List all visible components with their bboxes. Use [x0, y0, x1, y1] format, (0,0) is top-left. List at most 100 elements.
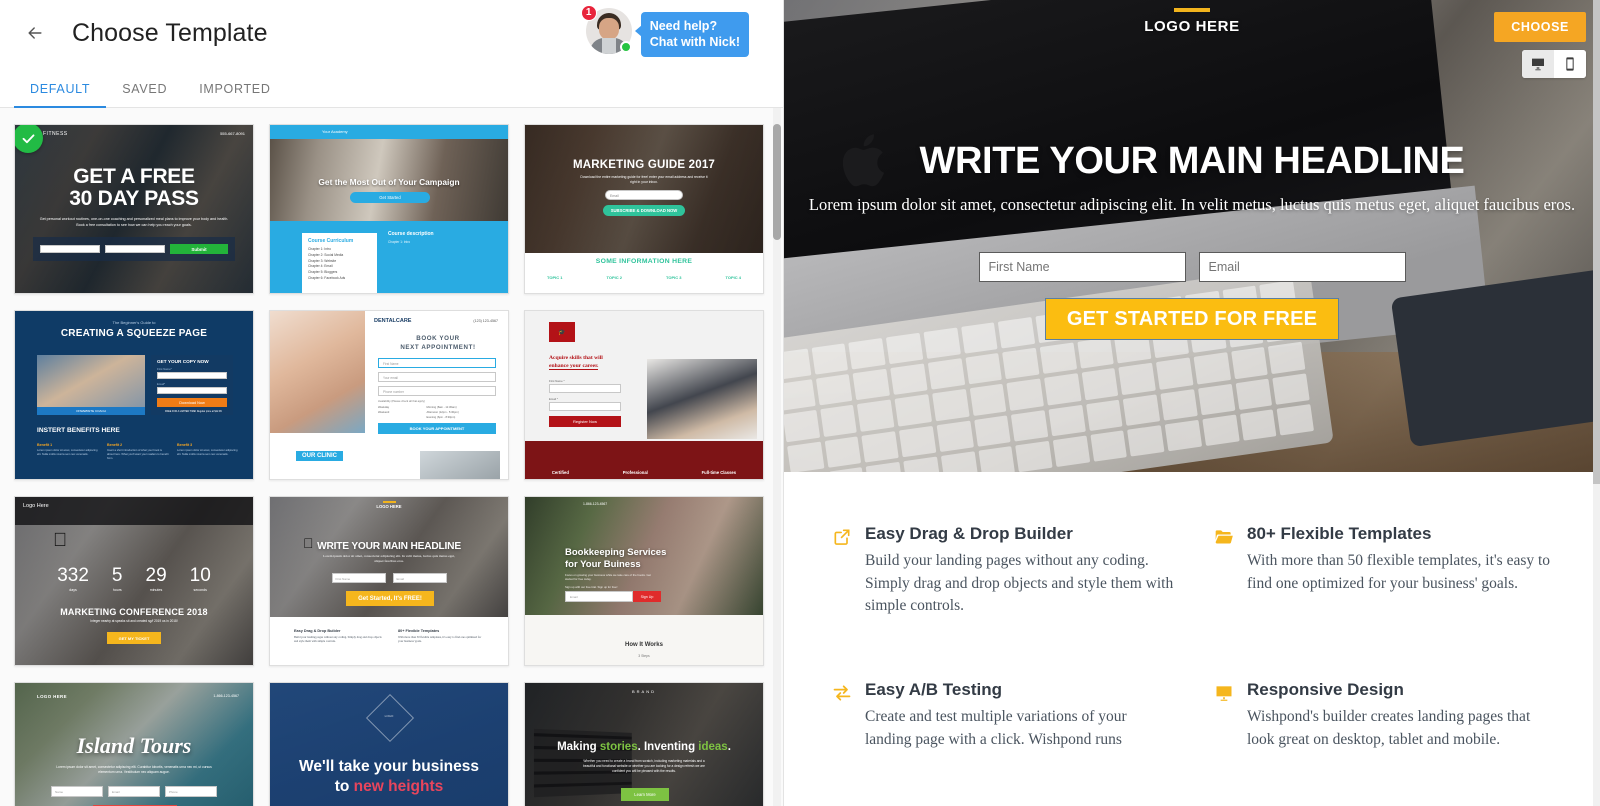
thumb-field-2[interactable]: Email: [108, 786, 160, 797]
folder-icon: [1214, 524, 1236, 618]
avatar[interactable]: 1: [580, 5, 632, 54]
thumb-topic: TOPIC 2: [606, 275, 623, 280]
thumb-body: Lorem ipsum dolor sit amet, consectetur …: [323, 554, 455, 564]
template-card-dental-care[interactable]: DENTALCARE (123) 123-4567 BOOK YOUR NEXT…: [269, 310, 509, 480]
thumb-headline-1: WRITE YOUR MAIN HEADLINE: [317, 541, 461, 552]
thumb-field-2[interactable]: [105, 245, 165, 253]
thumb-option[interactable]: Afternoon (12pm - 5:30pm): [426, 411, 496, 414]
thumb-field-1[interactable]: Name: [51, 786, 103, 797]
choose-button[interactable]: CHOOSE: [1494, 12, 1586, 42]
thumb-benefit: Benefit 2: [107, 443, 123, 447]
get-started-button[interactable]: GET STARTED FOR FREE: [1045, 298, 1339, 341]
thumb-footer-item: Professional: [622, 470, 648, 475]
thumb-option[interactable]: Morning (8am - 11:30am): [426, 406, 496, 409]
template-card-making-stories[interactable]: BRAND Making stories. Inventing ideas. W…: [524, 682, 764, 806]
thumb-cta[interactable]: Register Now: [549, 416, 621, 427]
thumb-headline-1: GET A FREE: [73, 165, 195, 188]
preview-logo-text: LOGO HERE: [1144, 18, 1240, 35]
thumb-headline-part3: .: [727, 741, 731, 753]
thumb-headline-2: NEXT APPOINTMENT!: [400, 344, 476, 351]
device-mobile-button[interactable]: [1554, 50, 1586, 78]
thumb-field-1[interactable]: Email: [565, 591, 633, 602]
chat-bubble[interactable]: Need help? Chat with Nick!: [634, 12, 749, 57]
thumb-field-1[interactable]: First Name: [378, 358, 496, 368]
thumb-footer-item: Certified: [551, 470, 569, 475]
feature-body: Build your landing pages without any cod…: [865, 552, 1174, 615]
tab-saved[interactable]: SAVED: [106, 82, 183, 107]
thumb-field-3[interactable]: Phone: [165, 786, 217, 797]
thumb-field-1[interactable]: Email: [605, 190, 683, 200]
thumbnail: BRAND Making stories. Inventing ideas. W…: [525, 683, 763, 806]
thumb-headline-1: MARKETING CONFERENCE 2018: [60, 607, 208, 617]
thumb-body: Get personal workout routines, one-on-on…: [39, 217, 229, 227]
template-card-squeeze-page[interactable]: The Beginner's Guide to CREATING A SQUEE…: [14, 310, 254, 480]
template-grid: FITNESS 555-667-8091 GET A FREE 30 DAY P…: [14, 124, 769, 806]
preview-scrollbar-thumb[interactable]: [1593, 0, 1600, 484]
thumb-cta[interactable]: BOOK YOUR APPOINTMENT: [378, 423, 496, 434]
template-card-marketing-guide[interactable]: MARKETING GUIDE 2017 Download the entire…: [524, 124, 764, 294]
thumb-feature-title: 80+ Flexible Templates: [398, 629, 440, 633]
thumb-headline-1: Acquire skills that will: [549, 355, 603, 361]
thumb-field-3[interactable]: Phone number: [378, 386, 496, 396]
thumb-cta[interactable]: SUBSCRIBE & DOWNLOAD NOW: [603, 205, 685, 216]
thumb-col1-title: Course Curriculum: [308, 238, 354, 244]
thumb-cta[interactable]: Download Now: [157, 398, 227, 407]
thumb-field-2[interactable]: [549, 402, 621, 411]
thumb-field-1[interactable]: [40, 245, 100, 253]
thumb-cta[interactable]: Get Started: [350, 192, 430, 203]
thumb-cta[interactable]: Learn More: [621, 788, 669, 801]
grid-scrollbar[interactable]: [773, 108, 781, 806]
thumb-field-label-2: Email*: [157, 382, 166, 386]
thumb-section-sub: 3 Steps: [638, 654, 650, 658]
thumb-count-unit: minutes: [149, 588, 163, 592]
back-button[interactable]: [18, 16, 52, 50]
thumb-benefit: Benefit 3: [177, 443, 193, 447]
chat-widget[interactable]: 1 Need help? Chat with Nick!: [580, 5, 749, 57]
template-card-new-heights[interactable]: LOGO We'll take your business to new hei…: [269, 682, 509, 806]
thumb-headline-1: MARKETING GUIDE 2017: [572, 159, 716, 171]
template-card-countdown[interactable]: Logo Here  332 days 5 hours 29 minutes 10 s…: [14, 496, 254, 666]
thumb-headline-part1: Making: [557, 741, 600, 753]
preview-headline: WRITE YOUR MAIN HEADLINE: [919, 140, 1465, 182]
first-name-input[interactable]: [978, 252, 1186, 283]
thumb-headline-1: We'll take your business: [299, 758, 479, 775]
thumb-field-1[interactable]: [157, 372, 227, 379]
thumb-field-1[interactable]: First Name: [331, 573, 386, 583]
thumb-cta[interactable]: Sign Up: [633, 591, 661, 602]
grid-scrollbar-thumb[interactable]: [773, 124, 781, 240]
email-input[interactable]: [1198, 252, 1406, 283]
template-card-campaign[interactable]: Your Academy Get the Most Out of Your Ca…: [269, 124, 509, 294]
chat-bubble-line2: Chat with Nick!: [649, 35, 740, 49]
logo-accent-bar: [1174, 8, 1210, 12]
thumb-option[interactable]: Weekday: [378, 406, 421, 409]
online-status-dot: [619, 41, 632, 53]
preview-scrollbar[interactable]: [1593, 0, 1600, 806]
thumb-field-2[interactable]: Email: [392, 573, 447, 583]
thumb-cta[interactable]: GET MY TICKET: [107, 632, 161, 644]
preview-signup-form: [784, 252, 1600, 283]
thumb-headline-2: enhance your career.: [549, 363, 599, 370]
tab-default[interactable]: DEFAULT: [14, 82, 107, 108]
thumb-headline-1: BOOK YOUR: [416, 335, 460, 342]
feature-title: Easy A/B Testing: [865, 679, 1002, 699]
thumbnail: 🎓 Acquire skills that will enhance your …: [525, 311, 763, 479]
template-grid-scroll[interactable]: FITNESS 555-667-8091 GET A FREE 30 DAY P…: [0, 108, 783, 806]
template-card-island-tours[interactable]: LOGO HERE 1-866-123-4567 Island Tours Lo…: [14, 682, 254, 806]
thumb-headline-part2: . Inventing: [637, 741, 699, 753]
thumb-cta[interactable]: Submit: [170, 244, 228, 254]
template-card-main-headline[interactable]: LOGO HERE  WRITE YOUR MAIN HEADLINE Lor…: [269, 496, 509, 666]
thumb-option[interactable]: Weekend: [378, 411, 421, 414]
thumb-cta[interactable]: Get Started, It's FREE!: [346, 591, 434, 606]
tab-imported[interactable]: IMPORTED: [183, 82, 286, 107]
thumb-field-2[interactable]: [157, 387, 227, 394]
arrow-left-icon: [28, 27, 42, 39]
thumb-field-1[interactable]: [549, 384, 621, 393]
thumb-benefit: Benefit 1: [37, 443, 53, 447]
thumb-field-2[interactable]: Your email: [378, 372, 496, 382]
template-card-bookkeeping[interactable]: 1-866-123-4567 Bookkeeping Services for …: [524, 496, 764, 666]
template-card-education[interactable]: 🎓 Acquire skills that will enhance your …: [524, 310, 764, 480]
device-desktop-button[interactable]: [1522, 50, 1554, 78]
thumbnail: 1-866-123-4567 Bookkeeping Services for …: [525, 497, 763, 665]
template-card-fitness[interactable]: FITNESS 555-667-8091 GET A FREE 30 DAY P…: [14, 124, 254, 294]
thumb-option[interactable]: Evening (6pm - 8:30pm): [426, 416, 496, 419]
